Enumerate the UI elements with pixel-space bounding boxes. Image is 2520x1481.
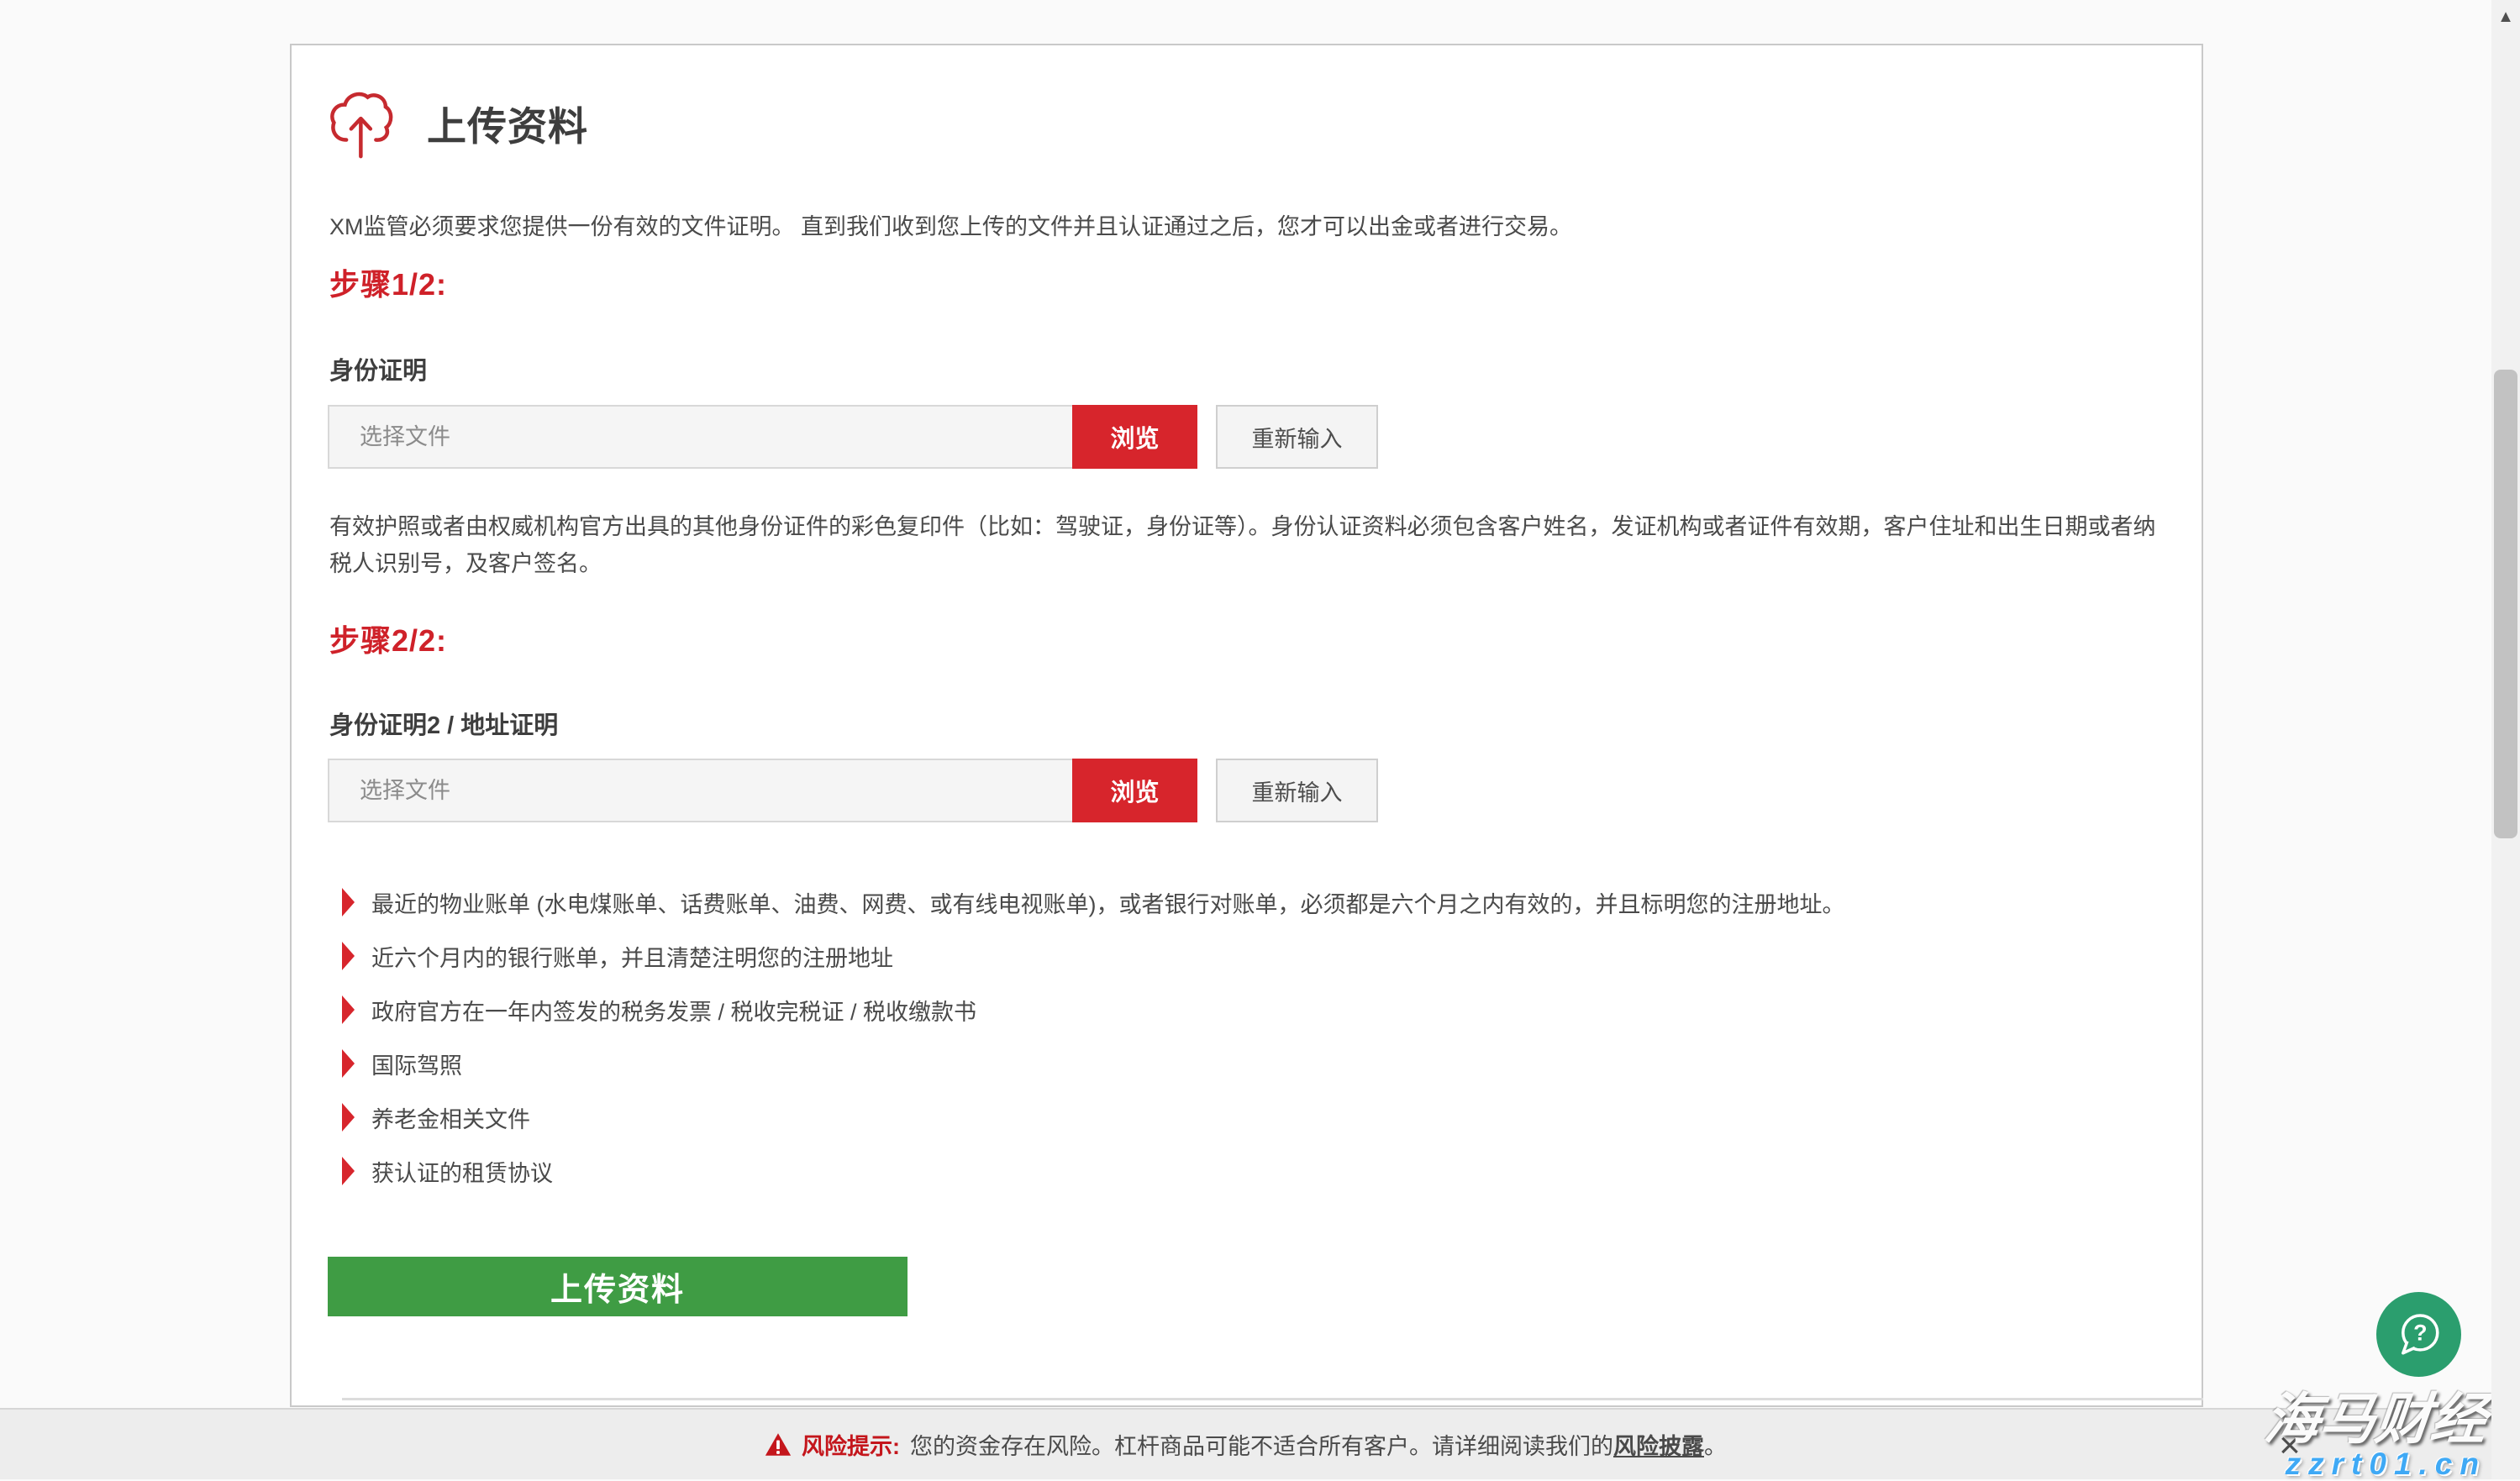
risk-warning-content: 风险提示: 您的资金存在风险。杠杆商品可能不适合所有客户。请详细阅读我们的风险披… (765, 1428, 1727, 1461)
help-chat-button[interactable]: ? (2376, 1292, 2461, 1377)
risk-suffix: 。 (1704, 1428, 1727, 1461)
address-proof-label: 身份证明2 / 地址证明 (329, 706, 558, 741)
warning-triangle-icon (765, 1432, 792, 1457)
section-divider (342, 1398, 2203, 1400)
list-item: 近六个月内的银行账单，并且清楚注明您的注册地址 (342, 929, 1844, 983)
scroll-up-arrow-icon[interactable]: ▲ (2491, 5, 2520, 29)
list-item-text: 获认证的租赁协议 (371, 1155, 553, 1188)
help-chat-icon: ? (2392, 1308, 2446, 1362)
triangle-bullet-icon (342, 1049, 355, 1078)
upload-documents-button[interactable]: 上传资料 (328, 1257, 908, 1316)
close-icon[interactable]: × (2269, 1410, 2311, 1481)
identity-doc-note: 有效护照或者由权威机构官方出具的其他身份证件的彩色复印件（比如：驾驶证，身份证等… (329, 509, 2165, 582)
cloud-upload-icon (328, 84, 397, 161)
triangle-bullet-icon (342, 1157, 355, 1185)
triangle-bullet-icon (342, 942, 355, 970)
risk-prefix: 风险提示: (802, 1428, 900, 1461)
address-file-input[interactable] (328, 759, 1072, 822)
list-item-text: 养老金相关文件 (371, 1101, 530, 1134)
list-item: 国际驾照 (342, 1037, 1844, 1090)
upload-documents-page: 上传资料 XM监管必须要求您提供一份有效的文件证明。 直到我们收到您上传的文件并… (0, 0, 2520, 1479)
step1-heading: 步骤1/2: (329, 260, 447, 304)
list-item: 最近的物业账单 (水电煤账单、话费账单、油费、网费、或有线电视账单)，或者银行对… (342, 875, 1844, 929)
list-item: 政府官方在一年内签发的税务发票 / 税收完税证 / 税收缴款书 (342, 983, 1844, 1037)
vertical-scrollbar[interactable]: ▲ (2491, 0, 2520, 1479)
upload-card: 上传资料 XM监管必须要求您提供一份有效的文件证明。 直到我们收到您上传的文件并… (290, 44, 2203, 1407)
triangle-bullet-icon (342, 1103, 355, 1132)
step2-heading: 步骤2/2: (329, 617, 447, 660)
list-item-text: 国际驾照 (371, 1048, 462, 1080)
identity-file-input[interactable] (328, 405, 1072, 469)
identity-browse-button[interactable]: 浏览 (1072, 405, 1197, 469)
identity-upload-row: 浏览 重新输入 (328, 405, 1378, 469)
svg-text:?: ? (2413, 1320, 2427, 1345)
intro-text: XM监管必须要求您提供一份有效的文件证明。 直到我们收到您上传的文件并且认证通过… (329, 210, 2170, 244)
identity-proof-label: 身份证明 (329, 351, 427, 386)
scrollbar-thumb[interactable] (2494, 370, 2517, 838)
triangle-bullet-icon (342, 888, 355, 916)
list-item-text: 最近的物业账单 (水电煤账单、话费账单、油费、网费、或有线电视账单)，或者银行对… (371, 886, 1844, 919)
card-header: 上传资料 (328, 84, 588, 161)
list-item-text: 政府官方在一年内签发的税务发票 / 税收完税证 / 税收缴款书 (371, 994, 976, 1027)
accepted-documents-list: 最近的物业账单 (水电煤账单、话费账单、油费、网费、或有线电视账单)，或者银行对… (342, 875, 1844, 1198)
page-title: 上传资料 (427, 94, 588, 152)
list-item: 获认证的租赁协议 (342, 1144, 1844, 1198)
address-browse-button[interactable]: 浏览 (1072, 759, 1197, 822)
risk-message: 您的资金存在风险。杠杆商品可能不适合所有客户。请详细阅读我们的 (910, 1428, 1613, 1461)
risk-warning-bar: 风险提示: 您的资金存在风险。杠杆商品可能不适合所有客户。请详细阅读我们的风险披… (0, 1408, 2491, 1479)
triangle-bullet-icon (342, 995, 355, 1024)
risk-disclosure-link[interactable]: 风险披露 (1613, 1428, 1704, 1461)
list-item: 养老金相关文件 (342, 1090, 1844, 1144)
list-item-text: 近六个月内的银行账单，并且清楚注明您的注册地址 (371, 940, 893, 973)
identity-reset-button[interactable]: 重新输入 (1216, 405, 1378, 469)
address-reset-button[interactable]: 重新输入 (1216, 759, 1378, 822)
address-upload-row: 浏览 重新输入 (328, 759, 1378, 822)
